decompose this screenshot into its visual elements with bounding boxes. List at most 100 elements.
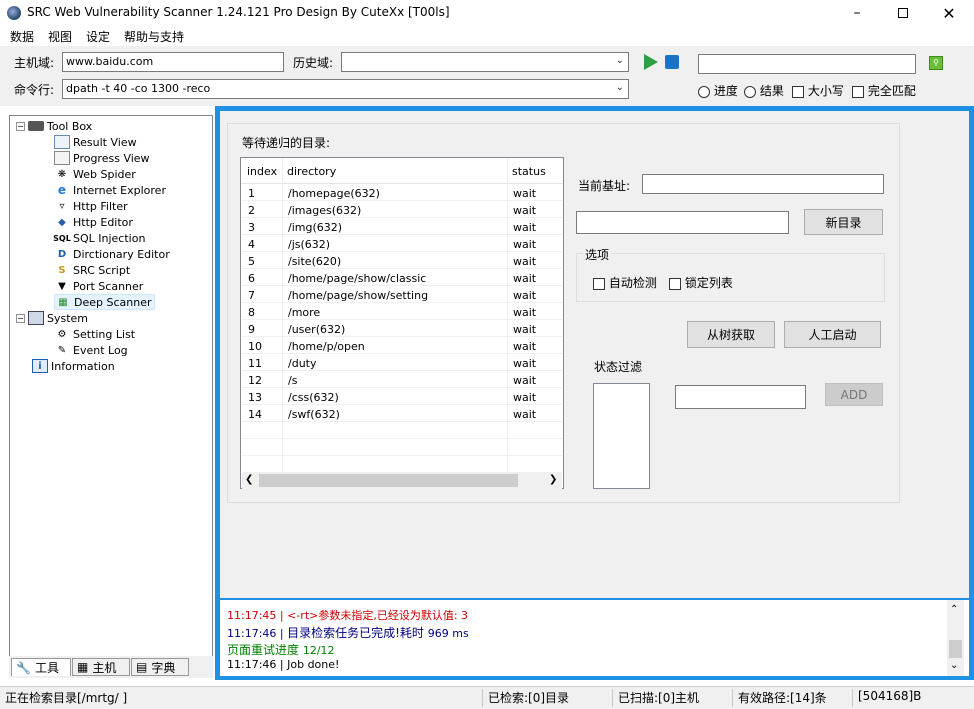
table-row[interactable]: 7/home/page/show/setting wait bbox=[242, 286, 562, 303]
column-status[interactable]: status bbox=[512, 165, 546, 178]
cell-directory: /css(632) bbox=[288, 391, 339, 404]
from-tree-button[interactable]: 从树获取 bbox=[687, 321, 775, 348]
column-directory[interactable]: directory bbox=[287, 165, 336, 178]
collapse-icon[interactable]: − bbox=[16, 313, 25, 323]
tree-item-setting-list[interactable]: ⚙ Setting List bbox=[54, 326, 136, 342]
search-input[interactable] bbox=[698, 54, 916, 74]
cell-status: wait bbox=[513, 272, 537, 285]
table-row[interactable]: 3/img(632) wait bbox=[242, 218, 562, 235]
log-line: 11:17:46 | Job done! bbox=[227, 658, 340, 671]
cell-status: wait bbox=[513, 187, 537, 200]
tree-item-port-scanner[interactable]: ▼ Port Scanner bbox=[54, 278, 143, 294]
filter-input[interactable] bbox=[675, 385, 806, 409]
tab-dictionary[interactable]: ▤ 字典 bbox=[131, 658, 189, 676]
menu-settings[interactable]: 设定 bbox=[86, 28, 110, 45]
log-line: 页面重试进度 12/12 bbox=[227, 643, 335, 657]
status-scanned-hosts: 已扫描:[0]主机 bbox=[612, 689, 730, 707]
add-button[interactable]: ADD bbox=[825, 383, 883, 406]
table-row[interactable]: 8/more wait bbox=[242, 303, 562, 320]
column-index[interactable]: index bbox=[247, 165, 277, 178]
table-row[interactable]: 6/home/page/show/classic wait bbox=[242, 269, 562, 286]
http-editor-icon: ◆ bbox=[58, 216, 66, 228]
play-icon[interactable] bbox=[644, 54, 658, 70]
sql-icon: SQL bbox=[53, 233, 71, 243]
cell-directory: /home/page/show/classic bbox=[288, 272, 427, 285]
vertical-scrollbar[interactable]: ⌃ ⌄ bbox=[947, 600, 964, 676]
table-row[interactable]: 4/js(632) wait bbox=[242, 235, 562, 252]
table-row[interactable]: 11/duty wait bbox=[242, 354, 562, 371]
options-label: 选项 bbox=[583, 246, 612, 263]
tree-toolbox[interactable]: − Tool Box bbox=[16, 118, 92, 134]
log-panel[interactable]: 11:17:45 | <-rt>参数未指定,已经设为默认值: 3 11:17:4… bbox=[220, 600, 969, 676]
table-row[interactable]: 13/css(632) wait bbox=[242, 388, 562, 405]
host-input[interactable]: www.baidu.com bbox=[62, 52, 284, 72]
tab-host[interactable]: ▦ 主机 bbox=[72, 658, 130, 676]
cell-status: wait bbox=[513, 204, 537, 217]
tree-item-result-view[interactable]: Result View bbox=[54, 134, 137, 150]
maximize-button[interactable] bbox=[880, 0, 926, 26]
menu-view[interactable]: 视图 bbox=[48, 28, 72, 45]
check-full-match[interactable]: 完全匹配 bbox=[852, 82, 916, 99]
history-combo[interactable]: ⌄ bbox=[341, 52, 629, 72]
manual-start-button[interactable]: 人工启动 bbox=[784, 321, 881, 348]
scrollbar-thumb[interactable] bbox=[259, 474, 518, 487]
maximize-icon bbox=[898, 8, 908, 18]
script-icon: S bbox=[58, 264, 66, 276]
table-row[interactable] bbox=[242, 439, 562, 456]
tree-item-src-script[interactable]: S SRC Script bbox=[54, 262, 130, 278]
tree-item-http-filter[interactable]: ▿ Http Filter bbox=[54, 198, 127, 214]
close-button[interactable]: ✕ bbox=[926, 0, 972, 26]
toolbar: 主机域: www.baidu.com 历史域: ⌄ 命令行: dpath -t … bbox=[0, 46, 974, 106]
collapse-icon[interactable]: − bbox=[16, 121, 25, 131]
chevron-right-icon[interactable]: ❯ bbox=[549, 474, 557, 485]
tree-item-event-log[interactable]: ✎ Event Log bbox=[54, 342, 128, 358]
tree-item-internet-explorer[interactable]: e Internet Explorer bbox=[54, 182, 166, 198]
tree-item-dictionary-editor[interactable]: D Dirctionary Editor bbox=[54, 246, 170, 262]
status-bar: 正在检索目录[/mrtg/ ] 已检索:[0]目录 已扫描:[0]主机 有效路径… bbox=[0, 686, 974, 709]
chevron-up-icon[interactable]: ⌃ bbox=[950, 604, 958, 615]
scrollbar-thumb[interactable] bbox=[949, 640, 962, 658]
table-row[interactable]: 5/site(620) wait bbox=[242, 252, 562, 269]
tree-item-http-editor[interactable]: ◆ Http Editor bbox=[54, 214, 133, 230]
lock-list-checkbox[interactable]: 锁定列表 bbox=[669, 274, 733, 291]
directory-list[interactable]: index directory status 1/homepage(632) wa… bbox=[240, 157, 564, 489]
table-row[interactable] bbox=[242, 456, 562, 473]
tab-tools[interactable]: 🔧 工具 bbox=[11, 658, 71, 676]
new-dir-button[interactable]: 新目录 bbox=[804, 209, 883, 235]
stop-icon[interactable] bbox=[665, 55, 679, 69]
base-label: 当前基址: bbox=[578, 179, 631, 193]
cell-directory: /homepage(632) bbox=[288, 187, 380, 200]
tree-item-progress-view[interactable]: Progress View bbox=[54, 150, 150, 166]
menu-data[interactable]: 数据 bbox=[10, 28, 34, 45]
cell-status: wait bbox=[513, 255, 537, 268]
tree-system[interactable]: − System bbox=[16, 310, 88, 326]
tree-item-deep-scanner[interactable]: ▦ Deep Scanner bbox=[54, 294, 155, 310]
table-row[interactable] bbox=[242, 422, 562, 439]
tree-item-sql-injection[interactable]: SQL SQL Injection bbox=[53, 230, 145, 246]
radio-result[interactable]: 结果 bbox=[744, 82, 784, 99]
table-row[interactable]: 10/home/p/open wait bbox=[242, 337, 562, 354]
menu-help[interactable]: 帮助与支持 bbox=[124, 28, 184, 45]
base-input[interactable] bbox=[642, 174, 884, 194]
chevron-down-icon[interactable]: ⌄ bbox=[950, 660, 958, 671]
table-row[interactable]: 14/swf(632) wait bbox=[242, 405, 562, 422]
check-case[interactable]: 大小写 bbox=[792, 82, 844, 99]
table-row[interactable]: 1/homepage(632) wait bbox=[242, 184, 562, 201]
radio-circle-icon bbox=[744, 85, 756, 98]
command-combo[interactable]: dpath -t 40 -co 1300 -reco ⌄ bbox=[62, 79, 629, 99]
chevron-left-icon[interactable]: ❮ bbox=[245, 474, 253, 485]
table-row[interactable]: 12/s wait bbox=[242, 371, 562, 388]
minimize-button[interactable]: – bbox=[834, 0, 880, 26]
tree-item-web-spider[interactable]: ❋ Web Spider bbox=[54, 166, 136, 182]
radio-progress[interactable]: 进度 bbox=[698, 82, 738, 99]
tree-information[interactable]: i Information bbox=[32, 358, 115, 374]
table-row[interactable]: 2/images(632) wait bbox=[242, 201, 562, 218]
new-dir-input[interactable] bbox=[576, 211, 789, 234]
auto-detect-checkbox[interactable]: 自动检测 bbox=[593, 274, 657, 291]
search-icon[interactable]: ⚲ bbox=[929, 56, 943, 70]
horizontal-scrollbar[interactable]: ❮ ❯ bbox=[242, 472, 562, 489]
cell-index: 5 bbox=[248, 255, 255, 268]
table-row[interactable]: 9/user(632) wait bbox=[242, 320, 562, 337]
cell-status: wait bbox=[513, 408, 537, 421]
status-filter-list[interactable] bbox=[593, 383, 650, 489]
